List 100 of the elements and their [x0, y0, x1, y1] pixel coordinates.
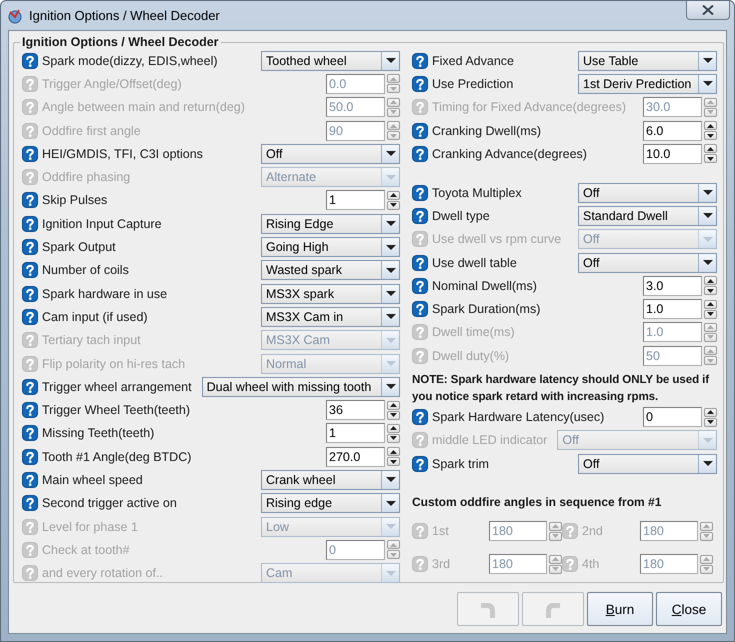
caret-down-icon: [390, 413, 397, 418]
help-icon[interactable]: [22, 192, 38, 208]
spin-up-button[interactable]: [704, 121, 717, 130]
dropdown[interactable]: Wasted spark: [261, 260, 400, 280]
number-field[interactable]: 10.0: [643, 144, 702, 164]
field-label: Cam input (if used): [42, 310, 148, 324]
dropdown[interactable]: Crank wheel: [261, 470, 400, 490]
spin-up-button[interactable]: [387, 424, 400, 433]
dropdown[interactable]: Off: [578, 454, 717, 474]
dropdown[interactable]: Use Table: [578, 50, 717, 71]
help-icon[interactable]: [22, 308, 38, 325]
field-label: HEI/GMDIS, TFI, C3I options: [42, 146, 203, 161]
caret-icon: [386, 58, 396, 64]
field-label: 1st: [432, 524, 450, 538]
spin-down-button[interactable]: [387, 457, 400, 466]
field-label: Nominal Dwell(ms): [432, 278, 537, 293]
caret-down-icon: [390, 460, 397, 464]
spin-up-button[interactable]: [704, 144, 717, 154]
help-icon[interactable]: [22, 425, 38, 442]
field-label: Dwell type: [432, 208, 490, 223]
section-heading: Custom oddfire angles in sequence from #1: [412, 495, 662, 510]
spin-down-button[interactable]: [387, 200, 400, 210]
dropdown[interactable]: Off: [578, 182, 717, 203]
caret-icon: [386, 361, 396, 366]
field-label: 3rd: [432, 557, 452, 572]
caret-down-icon: [703, 534, 710, 538]
spin-down-button[interactable]: [704, 154, 717, 164]
number-field[interactable]: 36: [326, 400, 385, 420]
spin-up-button[interactable]: [387, 447, 400, 456]
spin-up-button[interactable]: [704, 300, 717, 309]
spin-down-button[interactable]: [704, 131, 717, 140]
caret-up-icon: [390, 542, 397, 547]
dropdown[interactable]: Going High: [261, 237, 400, 258]
close-button[interactable]: [686, 1, 730, 20]
field-label: Missing Teeth(teeth): [42, 426, 154, 440]
dropdown[interactable]: Dual wheel with missing tooth: [202, 376, 400, 397]
caret-down-icon: [707, 335, 714, 340]
help-icon[interactable]: [22, 146, 38, 162]
number-field[interactable]: 6.0: [643, 120, 702, 141]
help-icon[interactable]: [412, 301, 428, 318]
help-icon[interactable]: [22, 239, 38, 256]
help-icon[interactable]: [412, 52, 428, 69]
dialog-button[interactable]: Close: [656, 592, 722, 626]
caret-icon: [386, 314, 396, 320]
help-icon[interactable]: [22, 472, 38, 488]
help-icon[interactable]: [412, 184, 428, 201]
number-field[interactable]: 1: [326, 190, 385, 210]
help-icon[interactable]: [412, 76, 428, 92]
dropdown[interactable]: MS3X spark: [261, 284, 400, 304]
help-icon[interactable]: [412, 122, 428, 139]
spin-up-button[interactable]: [387, 400, 400, 410]
help-icon[interactable]: [412, 409, 428, 425]
caret-icon: [386, 221, 396, 226]
help-icon[interactable]: [22, 262, 38, 278]
spin-down-button[interactable]: [704, 418, 717, 426]
spin-up-button[interactable]: [387, 190, 400, 200]
dropdown[interactable]: Off: [261, 144, 400, 164]
help-icon[interactable]: [412, 456, 428, 472]
caret-up-icon: [703, 557, 710, 562]
dropdown[interactable]: Off: [578, 252, 717, 273]
dropdown[interactable]: Toothed wheel: [261, 50, 400, 71]
number-field[interactable]: 0: [643, 407, 702, 427]
spin-down-button[interactable]: [704, 310, 717, 319]
caret-up-icon: [390, 426, 397, 430]
field-label: Use Prediction: [432, 76, 514, 91]
dropdown[interactable]: Standard Dwell: [578, 206, 717, 226]
caret-down-icon: [707, 312, 714, 316]
number-field[interactable]: 1: [326, 423, 385, 444]
dropdown[interactable]: 1st Deriv Prediction: [578, 74, 717, 94]
spin-down-button[interactable]: [387, 434, 400, 443]
field-label: Toyota Multiplex: [432, 186, 522, 200]
help-icon[interactable]: [22, 52, 38, 69]
dropdown[interactable]: Rising Edge: [261, 214, 400, 234]
latency-note: NOTE: Spark hardware latency should ONLY be used if you notice spark retard with increasing rpms.: [412, 372, 710, 406]
field-label: Oddfire first angle: [42, 124, 141, 138]
dropdown[interactable]: Rising edge: [261, 493, 400, 514]
help-icon[interactable]: [22, 448, 38, 465]
dialog-button[interactable]: Burn: [587, 592, 653, 626]
number-field[interactable]: 1.0: [643, 299, 702, 320]
help-icon[interactable]: [412, 254, 428, 271]
number-field[interactable]: 3.0: [643, 276, 702, 296]
field-label: Spark mode(dizzy, EDIS,wheel): [42, 54, 218, 68]
spin-up-button[interactable]: [704, 408, 717, 416]
help-icon[interactable]: [22, 495, 38, 512]
help-icon[interactable]: [412, 208, 428, 224]
spin-up-button[interactable]: [704, 276, 717, 286]
caret-up-icon: [390, 403, 397, 408]
help-icon[interactable]: [412, 146, 428, 162]
help-icon[interactable]: [22, 286, 38, 302]
help-icon[interactable]: [412, 278, 428, 294]
number-field[interactable]: 270.0: [326, 446, 385, 467]
caret-down-icon: [390, 86, 397, 91]
help-icon[interactable]: [22, 402, 38, 418]
help-icon[interactable]: [22, 216, 38, 232]
dropdown[interactable]: MS3X Cam in: [261, 306, 400, 327]
spin-down-button[interactable]: [387, 410, 400, 420]
spin-down-button[interactable]: [704, 286, 717, 296]
caret-up-icon: [552, 524, 559, 528]
field-label: Spark hardware in use: [42, 286, 168, 301]
help-icon[interactable]: [22, 378, 38, 395]
